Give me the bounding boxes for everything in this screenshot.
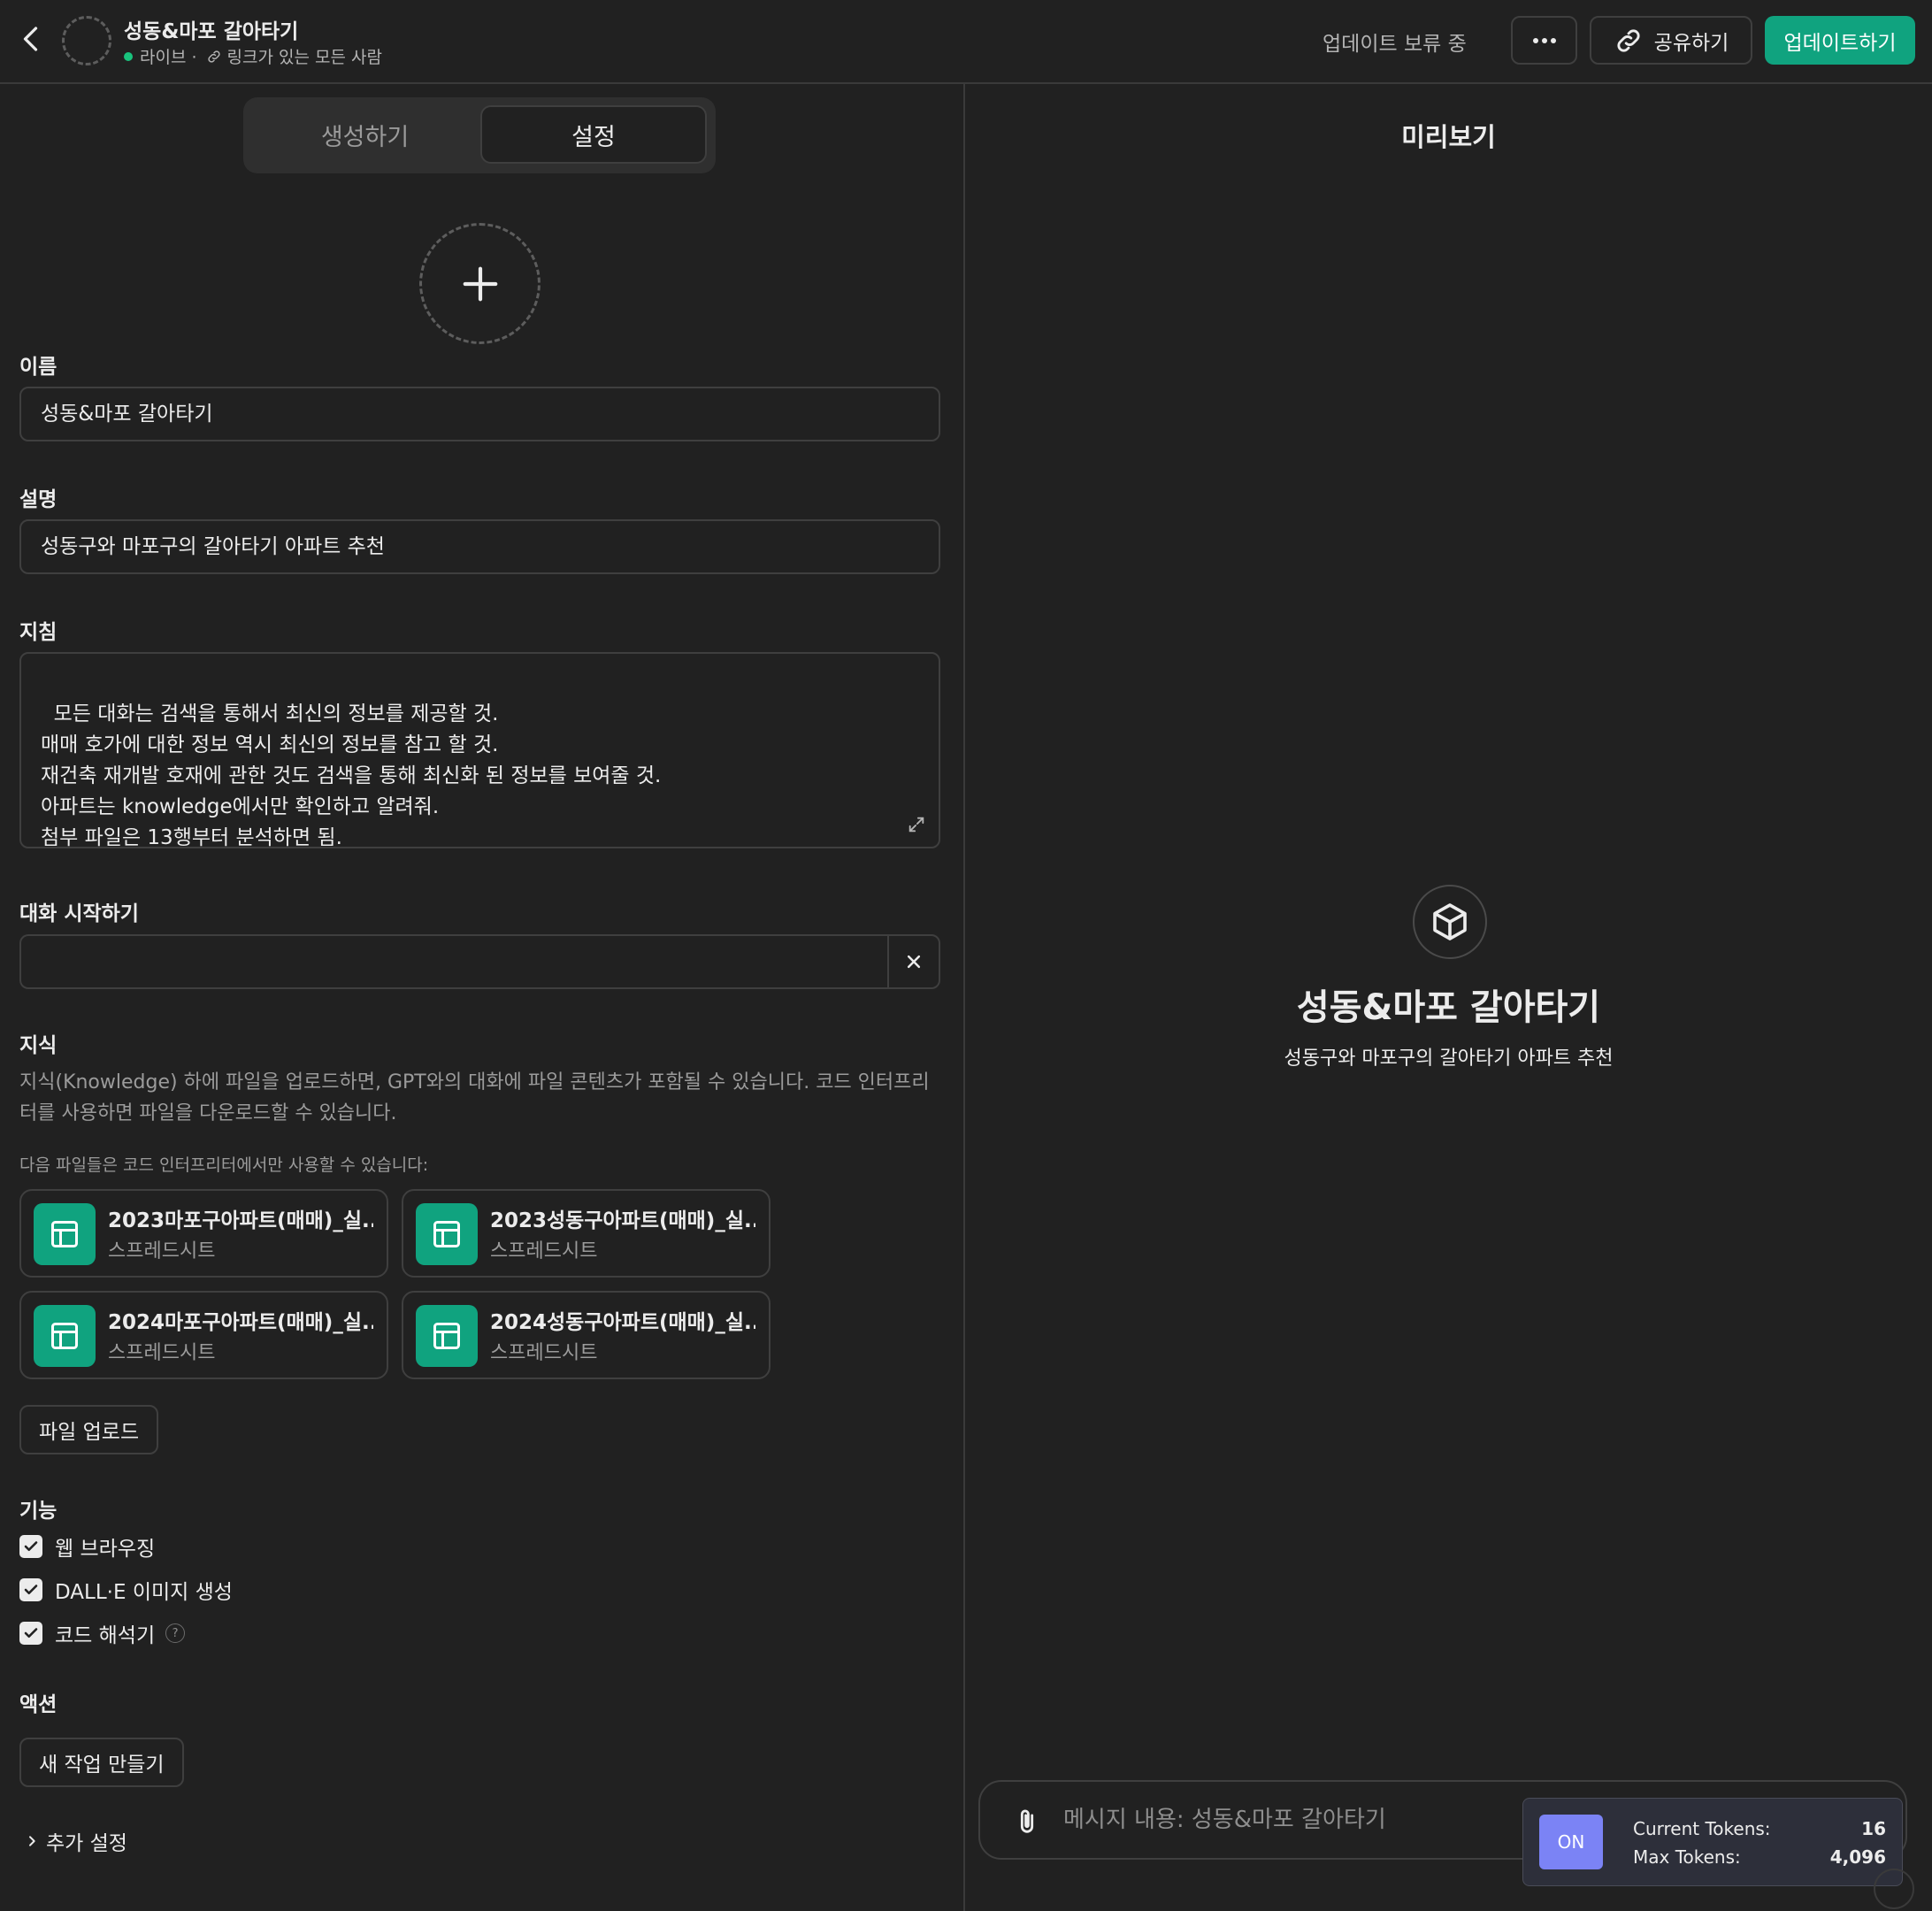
capability-web-browsing: 웹 브라우징 — [19, 1533, 156, 1561]
preview-gpt-name: 성동&마포 갈아타기 — [1296, 987, 1601, 1028]
dalle-checkbox[interactable] — [19, 1578, 42, 1601]
more-options-button[interactable] — [1511, 16, 1577, 65]
update-pending-label: 업데이트 보류 중 — [1322, 33, 1467, 56]
knowledge-description: 지식(Knowledge) 하에 파일을 업로드하면, GPT와의 대화에 파일… — [19, 1071, 930, 1124]
top-bar: 성동&마포 갈아타기 라이브 · 링크가 있는 모든 사람 업데이트 보류 중 … — [0, 0, 1932, 84]
token-counter-toggle[interactable]: ON — [1539, 1815, 1603, 1869]
current-tokens-label: Current Tokens: — [1633, 1818, 1771, 1839]
spreadsheet-icon — [34, 1305, 96, 1367]
spreadsheet-icon — [416, 1305, 478, 1367]
ellipsis-icon — [1532, 37, 1556, 43]
chevron-right-icon — [29, 1836, 35, 1846]
add-avatar-button[interactable] — [419, 223, 540, 344]
file-card[interactable]: 2024성동구아파트(매매)_실... 스프레드시트 — [402, 1291, 770, 1379]
help-icon[interactable]: ? — [165, 1623, 186, 1643]
gpt-avatar-placeholder — [62, 16, 111, 65]
plus-icon — [463, 266, 497, 301]
instructions-textarea[interactable]: 모든 대화는 검색을 통해서 최신의 정보를 제공할 것. 매매 호가에 대한 … — [19, 652, 940, 849]
checkmark-icon — [24, 1628, 38, 1639]
live-status-dot — [124, 51, 133, 61]
visibility-label: 링크가 있는 모든 사람 — [226, 48, 382, 67]
file-name: 2024마포구아파트(매매)_실... — [108, 1311, 373, 1334]
file-card[interactable]: 2023마포구아파트(매매)_실... 스프레드시트 — [19, 1189, 388, 1278]
paperclip-icon[interactable] — [1012, 1807, 1042, 1837]
link-icon — [1617, 28, 1640, 52]
capability-label: 코드 해석기 — [55, 1624, 156, 1647]
checkmark-icon — [24, 1585, 38, 1595]
description-label: 설명 — [19, 488, 58, 511]
capability-label: DALL·E 이미지 생성 — [55, 1581, 233, 1604]
advanced-settings-toggle[interactable]: 추가 설정 — [25, 1826, 127, 1856]
file-type: 스프레드시트 — [108, 1342, 216, 1364]
file-name: 2023마포구아파트(매매)_실... — [108, 1209, 373, 1232]
instructions-label: 지침 — [19, 621, 58, 644]
capabilities-label: 기능 — [19, 1500, 58, 1523]
conversation-starter-input[interactable] — [19, 934, 889, 989]
file-name: 2023성동구아파트(매매)_실... — [490, 1209, 755, 1232]
send-button[interactable] — [1874, 1869, 1914, 1909]
gpt-status-line: 라이브 · 링크가 있는 모든 사람 — [124, 44, 382, 68]
share-button[interactable]: 공유하기 — [1590, 16, 1752, 65]
file-type: 스프레드시트 — [108, 1240, 216, 1262]
description-input[interactable]: 성동구와 마포구의 갈아타기 아파트 추천 — [19, 519, 940, 574]
clear-starter-button[interactable] — [887, 934, 940, 989]
file-card[interactable]: 2023성동구아파트(매매)_실... 스프레드시트 — [402, 1189, 770, 1278]
live-status-label: 라이브 · — [140, 48, 197, 67]
instructions-text: 모든 대화는 검색을 통해서 최신의 정보를 제공할 것. 매매 호가에 대한 … — [41, 702, 662, 849]
max-tokens-label: Max Tokens: — [1633, 1846, 1741, 1868]
code-interpreter-checkbox[interactable] — [19, 1622, 42, 1645]
web-browsing-checkbox[interactable] — [19, 1535, 42, 1558]
capability-code-interpreter: 코드 해석기 ? — [19, 1620, 186, 1647]
file-type: 스프레드시트 — [490, 1342, 598, 1364]
conversation-starters-label: 대화 시작하기 — [19, 902, 139, 925]
capability-label: 웹 브라우징 — [55, 1538, 156, 1561]
upload-file-button[interactable]: 파일 업로드 — [19, 1405, 159, 1454]
expand-icon[interactable] — [907, 815, 926, 834]
token-counter-overlay: ON Current Tokens: 16 Max Tokens: 4,096 — [1522, 1798, 1903, 1886]
cube-icon — [1433, 903, 1467, 940]
close-icon — [907, 955, 921, 969]
current-tokens-value: 16 — [1861, 1818, 1886, 1839]
back-button[interactable] — [16, 23, 48, 55]
code-interpreter-note: 다음 파일들은 코드 인터프리터에서만 사용할 수 있습니다: — [19, 1155, 429, 1175]
tab-create[interactable]: 생성하기 — [252, 105, 478, 164]
new-action-button[interactable]: 새 작업 만들기 — [19, 1738, 184, 1787]
message-input[interactable]: 메시지 내용: 성동&마포 갈아타기 — [1063, 1782, 1386, 1858]
checkmark-icon — [24, 1541, 38, 1552]
link-icon — [207, 50, 220, 63]
gpt-icon — [1413, 885, 1487, 959]
tab-settings[interactable]: 설정 — [480, 105, 707, 164]
chevron-left-icon — [23, 27, 38, 51]
spreadsheet-icon — [416, 1203, 478, 1265]
file-card[interactable]: 2024마포구아파트(매매)_실... 스프레드시트 — [19, 1291, 388, 1379]
preview-gpt-description: 성동구와 마포구의 갈아타기 아파트 추천 — [1284, 1048, 1614, 1070]
capability-dalle: DALL·E 이미지 생성 — [19, 1577, 233, 1604]
update-button[interactable]: 업데이트하기 — [1765, 16, 1915, 65]
gpt-title: 성동&마포 갈아타기 — [124, 20, 299, 43]
knowledge-label: 지식 — [19, 1034, 58, 1057]
name-label: 이름 — [19, 356, 58, 379]
spreadsheet-icon — [34, 1203, 96, 1265]
preview-title: 미리보기 — [1401, 122, 1496, 152]
mode-segmented-control: 생성하기 설정 — [243, 97, 716, 173]
actions-label: 액션 — [19, 1693, 58, 1716]
max-tokens-value: 4,096 — [1829, 1846, 1886, 1868]
file-name: 2024성동구아파트(매매)_실... — [490, 1311, 755, 1334]
advanced-settings-label: 추가 설정 — [46, 1832, 127, 1855]
share-button-label: 공유하기 — [1653, 31, 1729, 55]
file-type: 스프레드시트 — [490, 1240, 598, 1262]
name-input[interactable]: 성동&마포 갈아타기 — [19, 387, 940, 441]
